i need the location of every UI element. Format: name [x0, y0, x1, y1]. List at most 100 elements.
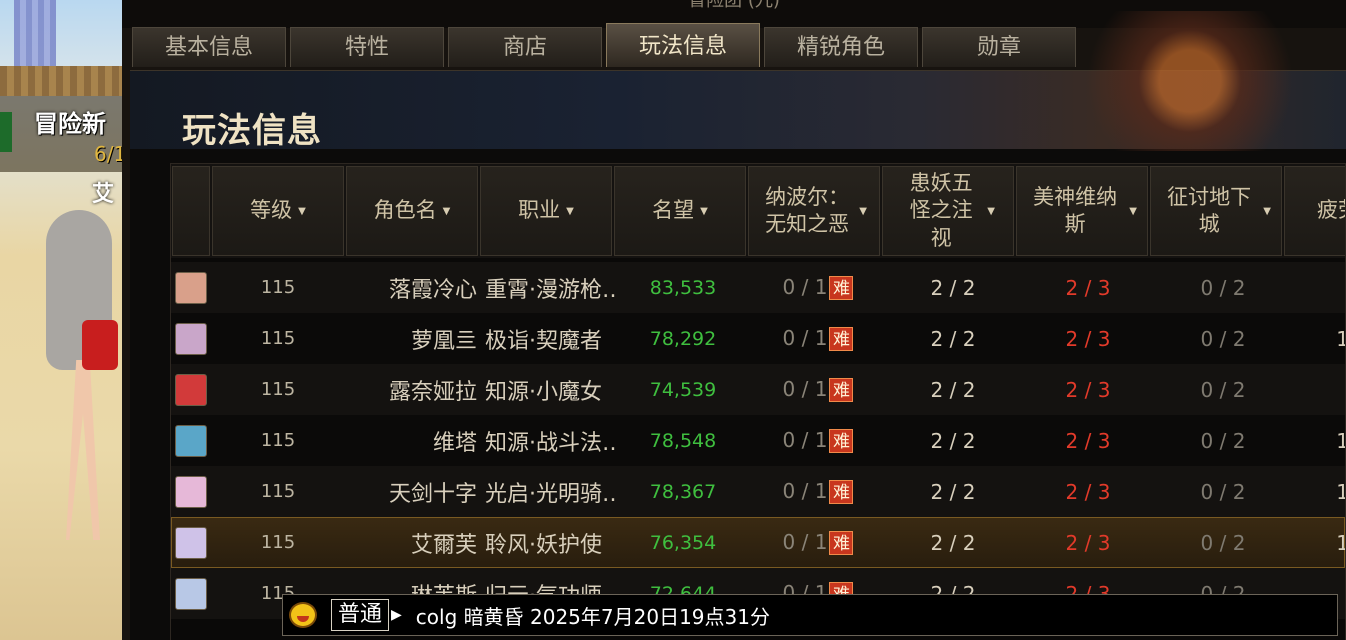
raid-venus-cell: 2 / 3 [1065, 530, 1111, 555]
hard-badge: 难 [829, 480, 854, 505]
avatar-cell [171, 526, 211, 559]
name-cell: 露奈娅拉 [388, 379, 477, 405]
raid-conquest-cell: 0 / 2 [1200, 479, 1246, 504]
table-row[interactable]: 115 维塔 知源·战斗法… 78,548 0 / 1难 2 / 2 2 / 3… [171, 415, 1345, 466]
raid-count: 0 / 1 [782, 274, 828, 299]
green-marker [0, 112, 12, 152]
chat-bar[interactable]: 普通 ▶ colg 暗黄昏 2025年7月20日19点31分 [282, 594, 1338, 636]
header-job[interactable]: 职业 ▼ [480, 166, 612, 256]
avatar-cell [171, 322, 211, 355]
raid-nabor-cell: 0 / 1难 [751, 428, 885, 454]
level-cell: 115 [260, 277, 296, 298]
avatar-cell [171, 373, 211, 406]
header-label: 等级 [250, 198, 293, 223]
sort-arrow-icon: ▼ [298, 205, 306, 217]
level-cell: 115 [260, 379, 296, 400]
header-avatar [172, 166, 210, 256]
tab-elite-characters[interactable]: 精锐角色 [764, 27, 918, 67]
header-label: 职业 [518, 198, 561, 223]
header-fatigue[interactable]: 疲劳 [1284, 166, 1345, 256]
chat-input[interactable]: colg 暗黄昏 2025年7月20日19点31分 [416, 601, 770, 630]
fatigue-cell: 1 [1291, 531, 1345, 555]
banner-art [1086, 11, 1346, 151]
header-raid-nabor[interactable]: 纳波尔：无知之恶 ▼ [748, 166, 880, 256]
hard-badge: 难 [829, 531, 854, 556]
tab-shop[interactable]: 商店 [448, 27, 602, 67]
job-cell: 光启·光明骑… [485, 481, 615, 507]
tab-basic-info[interactable]: 基本信息 [132, 27, 286, 67]
table-header: 等级 ▼ 角色名 ▼ 职业 ▼ 名望 ▼ 纳波尔：无知之恶 ▼ 患妖五怪之注视 ▼ 美神维纳… [171, 164, 1345, 258]
avatar-cell [171, 271, 211, 304]
header-raid-conquest[interactable]: 征讨地下城 ▼ [1150, 166, 1282, 256]
table-row[interactable]: 115 天剑十字 光启·光明骑… 78,367 0 / 1难 2 / 2 2 /… [171, 466, 1345, 517]
raid-venus-cell: 2 / 3 [1065, 275, 1111, 300]
hard-badge: 难 [829, 276, 854, 301]
header-fame[interactable]: 名望 ▼ [614, 166, 746, 256]
emoji-face-icon [289, 602, 317, 628]
npc-name: 冒险新 [34, 110, 106, 138]
hard-badge: 难 [829, 429, 854, 454]
raid-five-monsters-cell: 2 / 2 [930, 479, 976, 504]
level-cell: 115 [260, 328, 296, 349]
panel-title: 玩法信息 [182, 111, 322, 151]
header-name[interactable]: 角色名 ▼ [346, 166, 478, 256]
raid-five-monsters-cell: 2 / 2 [930, 530, 976, 555]
raid-conquest-cell: 0 / 2 [1200, 377, 1246, 402]
raid-conquest-cell: 0 / 2 [1200, 326, 1246, 351]
fame-cell: 76,354 [649, 531, 717, 554]
player-character[interactable] [40, 210, 122, 550]
raid-five-monsters-cell: 2 / 2 [930, 275, 976, 300]
tab-medals[interactable]: 勋章 [922, 27, 1076, 67]
header-label: 纳波尔：无知之恶 [765, 184, 850, 236]
raid-nabor-cell: 0 / 1难 [751, 479, 885, 505]
character-avatar [175, 271, 207, 304]
header-raid-five-monsters[interactable]: 患妖五怪之注视 ▼ [882, 166, 1014, 256]
raid-five-monsters-cell: 2 / 2 [930, 377, 976, 402]
fame-cell: 83,533 [649, 276, 717, 299]
character-table: 等级 ▼ 角色名 ▼ 职业 ▼ 名望 ▼ 纳波尔：无知之恶 ▼ 患妖五怪之注视 ▼ 美神维纳… [170, 163, 1346, 640]
job-cell: 极诣·契魔者 [485, 328, 602, 354]
header-label: 名望 [652, 198, 695, 223]
npc-date: 6/1 [94, 142, 122, 166]
raid-count: 0 / 1 [782, 427, 828, 452]
tab-bar: 基本信息 特性 商店 玩法信息 精锐角色 勋章 [132, 23, 1076, 67]
raid-five-monsters-cell: 2 / 2 [930, 428, 976, 453]
level-cell: 115 [260, 532, 296, 553]
table-row-selected[interactable]: 115 艾爾芙 聆风·妖护使 76,354 0 / 1难 2 / 2 2 / 3… [171, 517, 1345, 568]
table-row[interactable]: 115 露奈娅拉 知源·小魔女 74,539 0 / 1难 2 / 2 2 / … [171, 364, 1345, 415]
header-raid-venus[interactable]: 美神维纳斯 ▼ [1016, 166, 1148, 256]
sort-arrow-icon: ▼ [859, 205, 867, 217]
tab-traits[interactable]: 特性 [290, 27, 444, 67]
raid-nabor-cell: 0 / 1难 [751, 530, 885, 556]
sort-arrow-icon: ▼ [1129, 205, 1137, 217]
raid-conquest-cell: 0 / 2 [1200, 530, 1246, 555]
channel-arrow-icon: ▶ [391, 607, 402, 623]
fame-cell: 78,292 [649, 327, 717, 350]
sort-arrow-icon: ▼ [987, 205, 995, 217]
emoji-button[interactable] [283, 595, 323, 635]
sort-arrow-icon: ▼ [566, 205, 574, 217]
header-level[interactable]: 等级 ▼ [212, 166, 344, 256]
level-cell: 115 [260, 481, 296, 502]
sort-arrow-icon: ▼ [700, 205, 708, 217]
raid-nabor-cell: 0 / 1难 [751, 377, 885, 403]
sort-arrow-icon: ▼ [442, 205, 451, 217]
raid-nabor-cell: 0 / 1难 [751, 326, 885, 352]
table-row[interactable]: 115 萝凰亖 极诣·契魔者 78,292 0 / 1难 2 / 2 2 / 3… [171, 313, 1345, 364]
adventure-team-window: 冒险团 (九) 基本信息 特性 商店 玩法信息 精锐角色 勋章 玩法信息 等级 ▼… [122, 0, 1346, 640]
chat-channel-selector[interactable]: 普通 [331, 599, 390, 631]
scene-fence [0, 66, 122, 96]
table-row[interactable]: 115 落霞冷心 重霄·漫游枪… 83,533 0 / 1难 2 / 2 2 /… [171, 262, 1345, 313]
name-cell: 艾爾芙 [410, 532, 477, 558]
character-avatar [175, 373, 207, 406]
raid-count: 0 / 1 [782, 529, 828, 554]
gameplay-panel: 玩法信息 等级 ▼ 角色名 ▼ 职业 ▼ 名望 ▼ 纳波尔：无知之恶 ▼ 患妖五怪之注视 ▼… [130, 11, 1346, 640]
table-body: 115 落霞冷心 重霄·漫游枪… 83,533 0 / 1难 2 / 2 2 /… [171, 262, 1345, 619]
character-avatar [175, 475, 207, 508]
sort-arrow-icon: ▼ [1263, 205, 1271, 217]
name-cell: 天剑十字 [388, 481, 477, 507]
npc-subtitle: 艾 [92, 182, 115, 207]
job-cell: 聆风·妖护使 [485, 532, 602, 558]
tab-gameplay-info[interactable]: 玩法信息 [606, 23, 760, 67]
avatar-cell [171, 577, 211, 610]
